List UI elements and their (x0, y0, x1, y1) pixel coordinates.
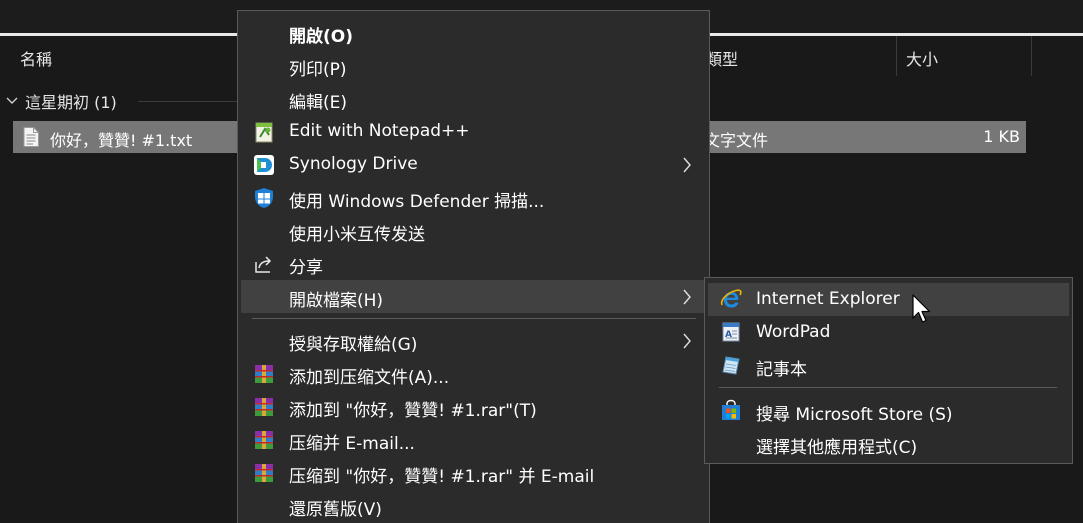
menu-item-edit-with-notepad-plus-plus[interactable]: Edit with Notepad++ (241, 115, 706, 148)
menu-item-add-to-archive[interactable]: 添加到压缩文件(A)... (241, 357, 706, 390)
menu-item-label: 開啟(O) (289, 27, 353, 47)
submenu-separator (719, 387, 1057, 388)
submenu-item-label: Internet Explorer (756, 289, 900, 309)
menu-item-label: 編輯(E) (289, 93, 348, 113)
menu-item-label: 還原舊版(V) (289, 500, 382, 520)
notepad-icon (722, 356, 740, 375)
submenu-item-label: 搜尋 Microsoft Store (S) (756, 405, 953, 425)
menu-item-windows-defender-scan[interactable]: 使用 Windows Defender 掃描... (241, 181, 706, 214)
submenu-item-wordpad[interactable]: A WordPad (708, 316, 1069, 349)
mouse-pointer-icon (912, 294, 931, 323)
chevron-right-icon (683, 333, 691, 349)
wordpad-icon: A (722, 322, 740, 342)
microsoft-store-icon (722, 399, 740, 420)
file-explorer-window: 名稱 類型 大小 這星期初 (1) 你好，贊贊! #1.txt 文字文件 1 K… (0, 0, 1083, 523)
menu-item-synology-drive[interactable]: Synology Drive (241, 148, 706, 181)
chevron-down-icon (6, 97, 18, 104)
file-name: 你好，贊贊! #1.txt (50, 131, 193, 150)
file-size: 1 KB (983, 127, 1020, 146)
internet-explorer-icon (720, 289, 742, 308)
menu-item-label: 添加到 "你好，贊贊! #1.rar"(T) (289, 401, 537, 421)
text-file-icon (23, 127, 39, 147)
menu-item-compress-and-email[interactable]: 压缩并 E-mail... (241, 423, 706, 456)
synology-drive-icon (254, 155, 274, 175)
menu-item-xiaomi-share[interactable]: 使用小米互传发送 (241, 214, 706, 247)
menu-item-share[interactable]: 分享 (241, 247, 706, 280)
group-divider (138, 101, 238, 102)
menu-item-label: 添加到压缩文件(A)... (289, 368, 450, 388)
menu-item-open[interactable]: 開啟(O) (241, 16, 706, 49)
notepad-plus-plus-icon (255, 122, 273, 143)
column-header-name[interactable]: 名稱 (20, 46, 52, 70)
winrar-icon (255, 464, 273, 482)
menu-item-give-access[interactable]: 授與存取權給(G) (241, 324, 706, 357)
submenu-item-label: WordPad (756, 322, 831, 342)
chevron-right-icon (683, 289, 691, 305)
menu-item-label: 压缩到 "你好，贊贊! #1.rar" 并 E-mail (289, 467, 595, 487)
windows-defender-shield-icon (255, 188, 273, 208)
menu-item-open-with[interactable]: 開啟檔案(H) (241, 280, 706, 313)
menu-item-compress-to-rar-and-email[interactable]: 压缩到 "你好，贊贊! #1.rar" 并 E-mail (241, 456, 706, 489)
menu-item-print[interactable]: 列印(P) (241, 49, 706, 82)
submenu-item-notepad[interactable]: 記事本 (708, 349, 1069, 382)
menu-item-restore-previous-versions[interactable]: 還原舊版(V) (241, 489, 706, 522)
winrar-icon (255, 398, 273, 416)
menu-item-add-to-rar[interactable]: 添加到 "你好，贊贊! #1.rar"(T) (241, 390, 706, 423)
submenu-item-label: 記事本 (756, 360, 807, 380)
menu-item-edit[interactable]: 編輯(E) (241, 82, 706, 115)
submenu-item-choose-another-app[interactable]: 選擇其他應用程式(C) (708, 427, 1069, 460)
submenu-item-label: 選擇其他應用程式(C) (756, 438, 918, 458)
menu-item-label: 分享 (289, 258, 323, 278)
submenu-item-search-microsoft-store[interactable]: 搜尋 Microsoft Store (S) (708, 394, 1069, 427)
chevron-right-icon (683, 157, 691, 173)
menu-item-label: Edit with Notepad++ (289, 121, 470, 141)
file-type: 文字文件 (704, 131, 769, 150)
column-header-size[interactable]: 大小 (906, 46, 938, 70)
menu-item-label: 压缩并 E-mail... (289, 434, 415, 454)
menu-item-label: Synology Drive (289, 154, 418, 174)
column-header-type[interactable]: 類型 (706, 46, 738, 70)
open-with-submenu: Internet Explorer A WordPad 記事本 搜尋 Micro… (704, 277, 1073, 464)
share-icon (255, 256, 272, 273)
menu-item-label: 使用小米互传发送 (289, 225, 425, 245)
group-header[interactable]: 這星期初 (1) (5, 90, 117, 112)
submenu-item-internet-explorer[interactable]: Internet Explorer (708, 283, 1069, 316)
winrar-icon (255, 431, 273, 449)
column-separator[interactable] (1031, 36, 1032, 76)
winrar-icon (255, 365, 273, 383)
menu-item-label: 開啟檔案(H) (289, 291, 384, 311)
menu-item-label: 列印(P) (289, 60, 347, 80)
menu-item-label: 使用 Windows Defender 掃描... (289, 192, 545, 212)
group-label: 這星期初 (1) (25, 93, 117, 112)
context-menu: 開啟(O) 列印(P) 編輯(E) Edit with Notepad++ Sy… (237, 10, 710, 523)
column-separator[interactable] (896, 36, 897, 76)
menu-item-label: 授與存取權給(G) (289, 335, 418, 355)
menu-separator (252, 318, 696, 319)
